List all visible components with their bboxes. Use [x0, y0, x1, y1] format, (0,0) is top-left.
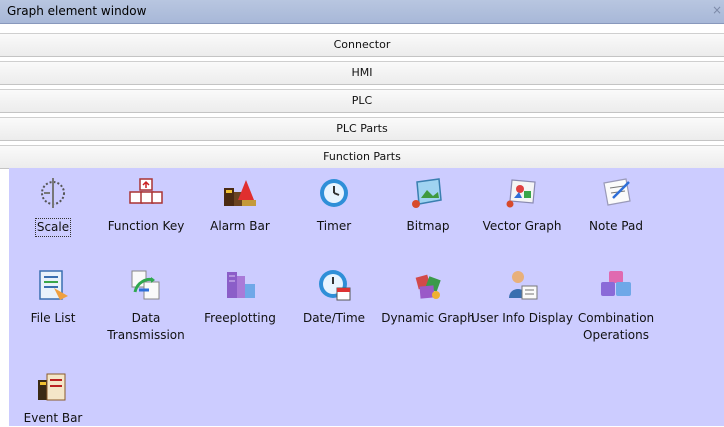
- item-file-list[interactable]: File List: [1, 268, 105, 327]
- combination-operations-icon: [601, 271, 631, 296]
- item-label: Function Key: [107, 219, 185, 233]
- item-label: Event Bar: [23, 411, 83, 425]
- item-label: Date/Time: [302, 311, 366, 325]
- function-key-icon: [129, 178, 163, 204]
- section-plc[interactable]: PLC: [0, 89, 724, 113]
- item-combination-operations[interactable]: Combination Operations: [564, 268, 668, 344]
- item-label: Freeplotting: [204, 311, 276, 325]
- vector-graph-icon: [506, 179, 536, 208]
- timer-icon: [320, 179, 348, 207]
- window-title: Graph element window: [7, 4, 147, 18]
- item-label: Bitmap: [406, 219, 450, 233]
- item-label: Vector Graph: [482, 219, 562, 233]
- dynamic-graph-icon: [415, 274, 441, 299]
- item-event-bar[interactable]: Event Bar: [1, 368, 105, 427]
- alarm-bar-icon: [224, 180, 256, 206]
- item-label: Data Transmission: [107, 311, 185, 342]
- close-icon[interactable]: ×: [712, 3, 722, 17]
- file-list-icon: [39, 270, 68, 300]
- data-transmission-icon: [131, 270, 160, 300]
- section-function-parts[interactable]: Function Parts: [0, 145, 724, 169]
- item-alarm-bar[interactable]: Alarm Bar: [188, 176, 292, 235]
- item-label: File List: [30, 311, 76, 325]
- user-info-display-icon: [509, 271, 538, 300]
- section-connector[interactable]: Connector: [0, 33, 724, 57]
- item-timer[interactable]: Timer: [282, 176, 386, 235]
- item-label: Alarm Bar: [210, 219, 270, 233]
- item-function-key[interactable]: Function Key: [94, 176, 198, 235]
- item-label: Dynamic Graph: [381, 311, 475, 325]
- item-freeplotting[interactable]: Freeplotting: [188, 268, 292, 327]
- section-plc-parts[interactable]: PLC Parts: [0, 117, 724, 141]
- item-dynamic-graph[interactable]: Dynamic Graph: [376, 268, 480, 327]
- item-label: Note Pad: [589, 219, 643, 233]
- item-label: User Info Display: [471, 311, 573, 325]
- item-user-info-display[interactable]: User Info Display: [470, 268, 574, 327]
- item-label: Timer: [316, 219, 352, 233]
- item-scale[interactable]: Scale: [1, 176, 105, 237]
- item-label: Scale: [34, 218, 72, 237]
- item-note-pad[interactable]: Note Pad: [564, 176, 668, 235]
- window-title-bar: Graph element window ×: [0, 0, 724, 24]
- item-vector-graph[interactable]: Vector Graph: [470, 176, 574, 235]
- item-data-transmission[interactable]: Data Transmission: [94, 268, 198, 344]
- bitmap-icon: [412, 178, 442, 208]
- freeplotting-icon: [227, 272, 255, 298]
- date-time-icon: [319, 270, 351, 301]
- event-bar-icon: [38, 373, 66, 401]
- section-hmi[interactable]: HMI: [0, 61, 724, 85]
- item-date-time[interactable]: Date/Time: [282, 268, 386, 327]
- item-label: Combination Operations: [577, 311, 655, 342]
- item-bitmap[interactable]: Bitmap: [376, 176, 480, 235]
- scale-icon: [41, 178, 65, 208]
- note-pad-icon: [603, 178, 631, 206]
